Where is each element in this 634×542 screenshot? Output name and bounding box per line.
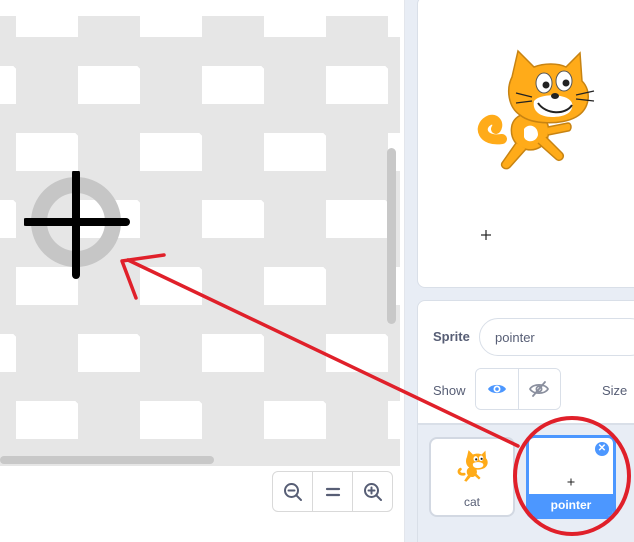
vertical-scrollbar[interactable] (387, 148, 396, 324)
pointer-sprite-on-stage[interactable] (480, 229, 492, 241)
paint-canvas-area[interactable] (0, 0, 404, 542)
sprite-thumb-pointer[interactable]: pointer ✕ (526, 435, 616, 519)
hide-sprite-button[interactable] (518, 369, 560, 409)
eye-slash-icon (529, 381, 550, 397)
equals-icon (325, 487, 340, 496)
horizontal-scrollbar[interactable] (0, 456, 214, 464)
sprite-thumb-label: cat (463, 495, 480, 509)
zoom-in-button[interactable] (353, 472, 392, 511)
sprite-info-panel: Sprite Show (417, 300, 634, 424)
sprite-name-label: Sprite (433, 329, 470, 344)
cat-sprite-on-stage[interactable] (472, 47, 604, 179)
eye-icon (487, 384, 506, 394)
zoom-in-icon (363, 482, 382, 501)
show-label: Show (433, 383, 466, 398)
right-panel: Sprite Show (405, 0, 634, 542)
cat-thumbnail (457, 450, 488, 482)
paint-editor-window: Sprite Show (0, 0, 634, 542)
close-icon: ✕ (597, 443, 607, 454)
sprite-list: cat pointer ✕ (417, 424, 634, 542)
stage[interactable] (417, 0, 634, 288)
show-toggle-group (475, 368, 561, 410)
crosshair-costume-graphic[interactable] (24, 171, 130, 279)
zoom-reset-button[interactable] (313, 472, 353, 511)
zoom-out-icon (283, 482, 302, 501)
size-label: Size (602, 383, 628, 398)
pointer-thumbnail (567, 478, 575, 486)
sprite-thumb-label: pointer (550, 498, 592, 512)
costume-canvas[interactable] (0, 16, 400, 466)
show-sprite-button[interactable] (476, 369, 519, 409)
sprite-name-input[interactable] (479, 318, 634, 356)
delete-sprite-button[interactable]: ✕ (594, 441, 610, 457)
zoom-controls (272, 471, 393, 512)
zoom-out-button[interactable] (273, 472, 313, 511)
sprite-thumb-cat[interactable]: cat (429, 437, 515, 517)
